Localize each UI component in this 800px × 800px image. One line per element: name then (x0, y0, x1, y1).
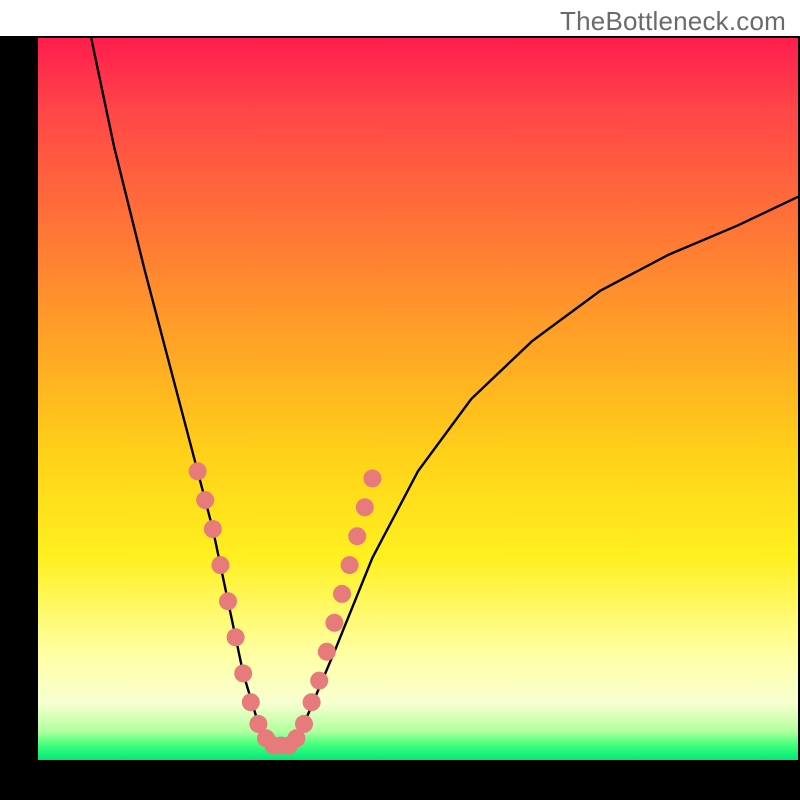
marker-dot (333, 585, 351, 603)
marker-dot (234, 664, 252, 682)
marker-dot (242, 693, 260, 711)
marker-dot (341, 556, 359, 574)
marker-dot (310, 672, 328, 690)
marker-dot (211, 556, 229, 574)
watermark-text: TheBottleneck.com (560, 6, 786, 37)
marker-dot (196, 491, 214, 509)
chart-plot-area (38, 38, 798, 760)
marker-dot (356, 498, 374, 516)
marker-dot (363, 469, 381, 487)
marker-dot (325, 614, 343, 632)
chart-svg (38, 38, 798, 760)
marker-dot (189, 462, 207, 480)
marker-dot (303, 693, 321, 711)
chart-frame (0, 36, 800, 800)
marker-dot (295, 715, 313, 733)
marker-dot (204, 520, 222, 538)
marker-dot (219, 592, 237, 610)
marker-dot (227, 628, 245, 646)
marker-dot (348, 527, 366, 545)
bottleneck-curve (91, 38, 798, 746)
marker-dot (318, 643, 336, 661)
